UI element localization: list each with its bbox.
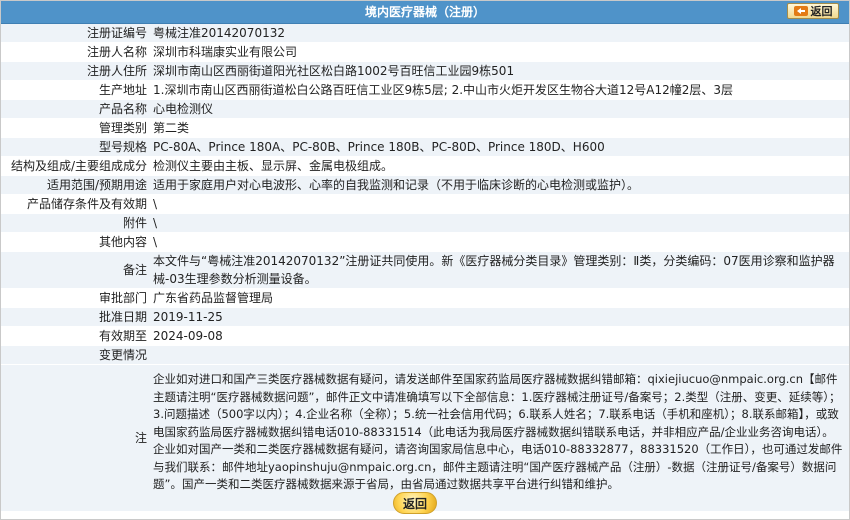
row-product-name: 产品名称 心电检测仪 [1, 100, 849, 119]
title-bar: 境内医疗器械（注册） 返回 [1, 1, 849, 24]
row-change-history: 变更情况 [1, 346, 849, 365]
row-remarks: 备注 本文件与“粤械注准20142070132”注册证共同使用。新《医疗器械分类… [1, 252, 849, 289]
row-label: 适用范围/预期用途 [46, 178, 147, 192]
row-value: \ [153, 216, 158, 230]
back-button-top[interactable]: 返回 [787, 3, 839, 19]
row-reg-no: 注册证编号 粤械注准20142070132 [1, 24, 849, 43]
field-table: 注册证编号 粤械注准20142070132 注册人名称 深圳市科瑞康实业有限公司… [1, 24, 849, 512]
row-registrant-name: 注册人名称 深圳市科瑞康实业有限公司 [1, 43, 849, 62]
back-button-bottom-label: 返回 [402, 496, 427, 511]
row-value: 深圳市科瑞康实业有限公司 [153, 45, 298, 59]
row-label: 变更情况 [98, 348, 147, 362]
row-label: 批准日期 [98, 310, 147, 324]
row-value: 心电检测仪 [153, 102, 214, 116]
row-intended-use: 适用范围/预期用途 适用于家庭用户对心电波形、心率的自我监测和记录（不用于临床诊… [1, 176, 849, 195]
row-value: 粤械注准20142070132 [153, 26, 285, 40]
row-valid-until: 有效期至 2024-09-08 [1, 327, 849, 346]
row-structure: 结构及组成/主要组成成分 检测仪主要由主板、显示屏、金属电极组成。 [1, 157, 849, 176]
row-value: 2024-09-08 [153, 329, 223, 343]
row-value: 广东省药品监督管理局 [153, 291, 274, 305]
row-label: 备注 [122, 263, 147, 277]
row-registrant-address: 注册人住所 深圳市南山区西丽街道阳光社区松白路1002号百旺信工业园9栋501 [1, 62, 849, 81]
row-label: 生产地址 [98, 83, 147, 97]
row-label: 结构及组成/主要组成成分 [10, 159, 147, 173]
row-value: 本文件与“粤械注准20142070132”注册证共同使用。新《医疗器械分类目录》… [153, 254, 835, 286]
row-model-spec: 型号规格 PC-80A、Prince 180A、PC-80B、Prince 18… [1, 138, 849, 157]
back-arrow-icon [793, 6, 808, 16]
row-value: 第二类 [153, 121, 190, 135]
row-storage: 产品储存条件及有效期 \ [1, 195, 849, 214]
row-value: PC-80A、Prince 180A、PC-80B、Prince 180B、PC… [153, 140, 605, 154]
row-value: 2019-11-25 [153, 310, 223, 324]
back-button-top-label: 返回 [810, 5, 833, 18]
row-value: \ [153, 235, 158, 249]
row-label: 产品名称 [98, 102, 147, 116]
row-other-content: 其他内容 \ [1, 233, 849, 252]
row-approval-dept: 审批部门 广东省药品监督管理局 [1, 289, 849, 308]
row-label: 型号规格 [98, 140, 147, 154]
row-label: 注册证编号 [86, 26, 147, 40]
row-value [153, 346, 845, 364]
row-management-class: 管理类别 第二类 [1, 119, 849, 138]
row-label: 审批部门 [98, 291, 147, 305]
row-approval-date: 批准日期 2019-11-25 [1, 308, 849, 327]
row-label: 有效期至 [98, 329, 147, 343]
row-label: 附件 [122, 216, 147, 230]
row-label: 注册人名称 [86, 45, 147, 59]
row-note: 注 企业如对进口和国产三类医疗器械数据有疑问，请发送邮件至国家药监局医疗器械数据… [1, 365, 849, 512]
detail-panel: 境内医疗器械（注册） 返回 注册证编号 粤械注准20142070132 注册人名… [0, 0, 850, 520]
row-value: 检测仪主要由主板、显示屏、金属电极组成。 [153, 159, 394, 173]
note-label: 注 [134, 431, 147, 445]
row-label: 其他内容 [98, 235, 147, 249]
row-value: \ [153, 197, 158, 211]
row-attachment: 附件 \ [1, 214, 849, 233]
back-button-bottom[interactable]: 返回 [393, 492, 437, 514]
row-label: 注册人住所 [86, 64, 147, 78]
row-production-address: 生产地址 1.深圳市南山区西丽街道松白公路百旺信工业区9栋5层; 2.中山市火炬… [1, 81, 849, 100]
row-label: 管理类别 [98, 121, 147, 135]
row-label: 产品储存条件及有效期 [26, 197, 147, 211]
note-text: 企业如对进口和国产三类医疗器械数据有疑问，请发送邮件至国家药监局医疗器械数据纠错… [153, 372, 843, 491]
row-value: 深圳市南山区西丽街道阳光社区松白路1002号百旺信工业园9栋501 [153, 64, 515, 78]
row-value: 适用于家庭用户对心电波形、心率的自我监测和记录（不用于临床诊断的心电检测或监护）… [153, 178, 640, 192]
row-value: 1.深圳市南山区西丽街道松白公路百旺信工业区9栋5层; 2.中山市火炬开发区生物… [153, 83, 734, 97]
page-title: 境内医疗器械（注册） [364, 5, 485, 19]
